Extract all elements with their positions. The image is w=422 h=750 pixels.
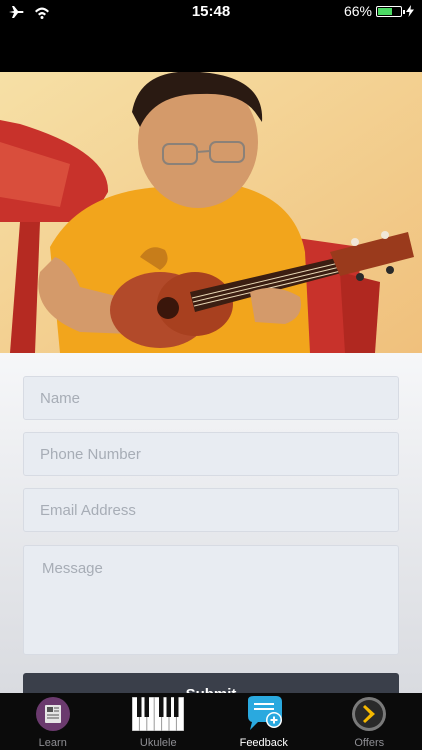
tab-ukulele[interactable]: Ukulele bbox=[106, 693, 212, 750]
name-field[interactable] bbox=[23, 376, 399, 420]
tab-label: Feedback bbox=[239, 737, 288, 749]
piano-keys-icon bbox=[132, 696, 185, 732]
battery-icon bbox=[376, 5, 405, 17]
battery-percent: 66% bbox=[343, 3, 372, 19]
tab-offers[interactable]: Offers bbox=[317, 693, 422, 750]
tab-bar: Learn Ukulele Feedback Offers bbox=[0, 693, 422, 750]
email-field[interactable] bbox=[23, 488, 399, 532]
feedback-icon bbox=[244, 696, 284, 732]
status-right: 66% bbox=[344, 3, 414, 19]
tab-label: Offers bbox=[354, 737, 385, 749]
boy-playing-ukulele-photo bbox=[0, 72, 422, 353]
phone-number-field[interactable] bbox=[23, 432, 399, 476]
charging-icon bbox=[406, 5, 414, 17]
learn-icon bbox=[33, 696, 73, 732]
offers-icon bbox=[349, 696, 389, 732]
tab-feedback[interactable]: Feedback bbox=[211, 693, 317, 750]
tab-label: Learn bbox=[38, 737, 67, 749]
tab-label: Ukulele bbox=[139, 737, 177, 749]
status-bar: 15:48 66% bbox=[0, 0, 422, 72]
hero-photo bbox=[0, 72, 422, 353]
message-field[interactable] bbox=[23, 545, 399, 655]
tab-learn[interactable]: Learn bbox=[0, 693, 106, 750]
